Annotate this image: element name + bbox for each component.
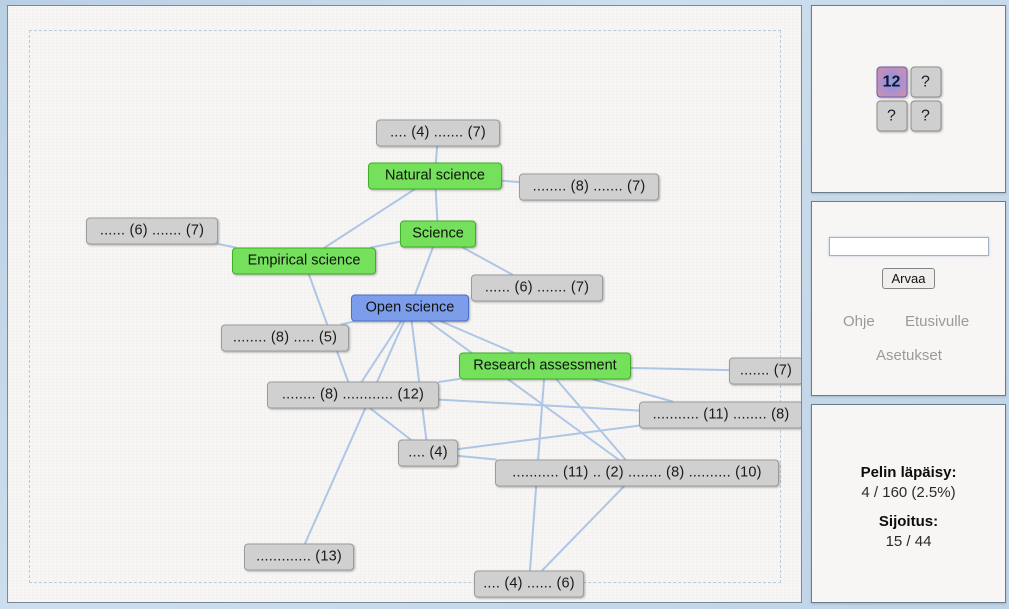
pass-rate-block: Pelin läpäisy: 4 / 160 (2.5%) — [812, 464, 1005, 501]
guess-button[interactable]: Arvaa — [881, 268, 936, 289]
graph-node-n3[interactable]: ........ (8) ....... (7) — [519, 173, 659, 201]
graph-edge — [461, 246, 514, 276]
rank-block: Sijoitus: 15 / 44 — [812, 513, 1005, 550]
home-link[interactable]: Etusivulle — [905, 313, 969, 330]
graph-node-n9[interactable]: ........ (8) ..... (5) — [221, 324, 349, 352]
app-root: .... (4) ....... (7) Natural science.....… — [0, 0, 1009, 609]
graph-node-n12[interactable]: ........ (8) ............ (12) — [267, 381, 439, 409]
graph-node-n10[interactable]: Research assessment — [459, 352, 631, 380]
graph-node-n7[interactable]: ...... (6) ....... (7) — [471, 274, 603, 302]
graph-node-n14[interactable]: .... (4) — [398, 439, 458, 467]
tile-1[interactable]: ? — [910, 66, 941, 98]
graph-node-n8[interactable]: Open science — [351, 294, 469, 322]
graph-node-n2[interactable]: Natural science — [368, 162, 502, 190]
graph-edge — [369, 407, 412, 441]
graph-node-n5[interactable]: Science — [400, 220, 476, 248]
graph-edge — [555, 378, 627, 461]
tile-grid: 12??? — [876, 66, 941, 132]
pass-rate-value: 4 / 160 (2.5%) — [861, 484, 956, 501]
graph-edge — [434, 145, 439, 164]
rank-title: Sijoitus: — [878, 513, 939, 530]
graph-node-n15[interactable]: ........... (11) .. (2) ........ (8) ...… — [495, 459, 779, 487]
graph-edge — [370, 240, 401, 249]
stats-panel: Pelin läpäisy: 4 / 160 (2.5%) Sijoitus: … — [811, 404, 1006, 603]
graph-node-n13[interactable]: ........... (11) ........ (8) — [639, 401, 801, 429]
graph-node-n16[interactable]: ............. (13) — [244, 543, 354, 571]
help-link[interactable]: Ohje — [843, 313, 875, 330]
rank-value: 15 / 44 — [885, 533, 932, 550]
graph-node-n6[interactable]: Empirical science — [232, 247, 376, 275]
pass-rate-title: Pelin läpäisy: — [860, 464, 957, 481]
settings-link[interactable]: Asetukset — [876, 347, 942, 364]
graph-edge — [630, 366, 730, 372]
graph-node-n11[interactable]: ....... (7) — [729, 357, 801, 385]
graph-edge — [457, 454, 497, 461]
graph-edge — [457, 424, 640, 451]
graph-edge — [217, 243, 237, 249]
tile-3[interactable]: ? — [910, 100, 941, 132]
graph-edge — [427, 320, 620, 461]
graph-edge — [541, 485, 625, 572]
tile-2[interactable]: ? — [876, 100, 907, 132]
graph-edge — [592, 378, 674, 403]
guess-panel: Arvaa Ohje Etusivulle Asetukset — [811, 201, 1006, 396]
tiles-panel: 12??? — [811, 5, 1006, 193]
graph-edge — [440, 320, 515, 354]
graph-edge — [414, 246, 434, 296]
graph-edge — [410, 320, 428, 441]
graph-node-n4[interactable]: ...... (6) ....... (7) — [86, 217, 218, 245]
guess-input[interactable] — [828, 237, 989, 256]
graph-node-n17[interactable]: .... (4) ...... (6) — [474, 570, 584, 598]
graph-panel: .... (4) ....... (7) Natural science.....… — [7, 5, 802, 603]
tile-0[interactable]: 12 — [876, 66, 907, 98]
graph-edge — [438, 377, 460, 384]
graph-edge — [501, 179, 520, 183]
graph-node-n1[interactable]: .... (4) ....... (7) — [376, 119, 500, 147]
graph-edge — [304, 320, 405, 545]
graph-edge — [434, 188, 439, 222]
